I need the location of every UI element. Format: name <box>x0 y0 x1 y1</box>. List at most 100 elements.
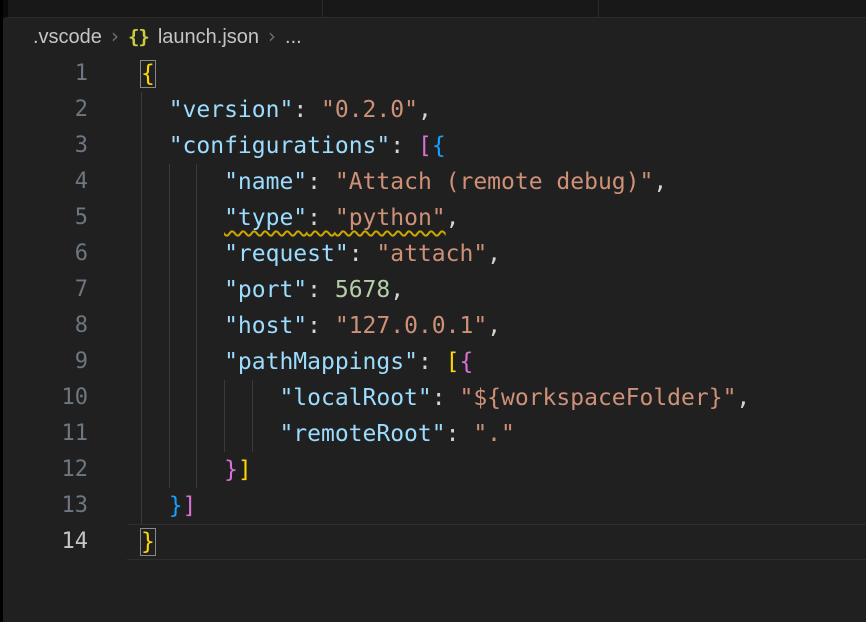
indent-guide <box>169 200 197 236</box>
indent-guide <box>224 380 252 416</box>
tab-separator <box>322 0 323 17</box>
code-line-text[interactable]: }] <box>88 488 196 524</box>
indent-guide <box>252 380 280 416</box>
line-number[interactable]: 10 <box>3 380 88 416</box>
indent-guide <box>141 92 169 128</box>
code-line: 6"request": "attach", <box>3 236 866 272</box>
line-number[interactable]: 3 <box>3 128 88 164</box>
code-token: "host" <box>224 313 307 339</box>
indent-guide <box>141 236 169 272</box>
code-token: "remoteRoot" <box>279 421 445 447</box>
code-line-text[interactable]: "request": "attach", <box>88 236 501 272</box>
code-token: : <box>418 349 446 375</box>
code-token: { <box>432 133 446 159</box>
line-number[interactable]: 2 <box>3 92 88 128</box>
warning-squiggle: "type": "python" <box>224 205 446 231</box>
code-line-text[interactable]: }] <box>88 452 252 488</box>
indent-guide <box>169 380 197 416</box>
line-number[interactable]: 9 <box>3 344 88 380</box>
indent-guide <box>196 452 224 488</box>
code-line-text[interactable]: "remoteRoot": "." <box>88 416 515 452</box>
tab-bar[interactable] <box>3 0 866 18</box>
indent-guide <box>196 164 224 200</box>
line-number[interactable]: 4 <box>3 164 88 200</box>
code-token: , <box>487 313 501 339</box>
code-line: 14} <box>3 524 866 560</box>
code-token: : <box>349 241 377 267</box>
code-token: : <box>307 277 335 303</box>
code-line-text[interactable]: "version": "0.2.0", <box>88 92 432 128</box>
code-line-text[interactable]: "port": 5678, <box>88 272 404 308</box>
indent-guide <box>141 488 169 524</box>
line-number[interactable]: 12 <box>3 452 88 488</box>
line-number[interactable]: 6 <box>3 236 88 272</box>
code-line-text[interactable]: } <box>88 524 155 560</box>
code-token: "type" <box>224 205 307 231</box>
code-line: 5"type": "python", <box>3 200 866 236</box>
code-token: } <box>169 493 183 519</box>
code-token: { <box>460 349 474 375</box>
code-line-text[interactable]: { <box>88 56 155 92</box>
code-token: "name" <box>224 169 307 195</box>
vscode-editor-window: .vscode › {} launch.json › ... 1{2"versi… <box>3 0 866 622</box>
code-line: 4"name": "Attach (remote debug)", <box>3 164 866 200</box>
code-token: "${workspaceFolder}" <box>459 385 736 411</box>
code-token: [ <box>418 133 432 159</box>
code-token: "request" <box>224 241 349 267</box>
code-line-text[interactable]: "host": "127.0.0.1", <box>88 308 501 344</box>
code-line: 11"remoteRoot": "." <box>3 416 866 452</box>
indent-guide <box>141 380 169 416</box>
code-line-text[interactable]: "localRoot": "${workspaceFolder}", <box>88 380 750 416</box>
indent-guide <box>169 164 197 200</box>
indent-guide <box>169 236 197 272</box>
code-token: } <box>224 457 238 483</box>
code-token: "version" <box>169 97 294 123</box>
code-token: "Attach (remote debug)" <box>335 169 654 195</box>
code-line-text[interactable]: "type": "python", <box>88 200 460 236</box>
line-number[interactable]: 5 <box>3 200 88 236</box>
bracket-match: { <box>141 61 155 87</box>
indent-guide <box>141 164 169 200</box>
tab-separator <box>598 0 599 17</box>
line-number[interactable]: 11 <box>3 416 88 452</box>
breadcrumb-folder[interactable]: .vscode <box>33 26 102 49</box>
code-line-text[interactable]: "pathMappings": [{ <box>88 344 473 380</box>
json-braces-icon: {} <box>128 26 149 48</box>
bracket-match: } <box>141 529 155 555</box>
code-line: 2"version": "0.2.0", <box>3 92 866 128</box>
code-token: ] <box>183 493 197 519</box>
breadcrumb-symbol[interactable]: ... <box>285 26 302 49</box>
indent-guide <box>141 200 169 236</box>
code-token: "." <box>473 421 515 447</box>
code-token: , <box>653 169 667 195</box>
line-number[interactable]: 14 <box>3 524 88 560</box>
indent-guide <box>224 416 252 452</box>
code-line: 12}] <box>3 452 866 488</box>
breadcrumb-file[interactable]: launch.json <box>158 26 259 49</box>
code-editor[interactable]: 1{2"version": "0.2.0",3"configurations":… <box>3 56 866 560</box>
line-number[interactable]: 8 <box>3 308 88 344</box>
line-number[interactable]: 13 <box>3 488 88 524</box>
code-line: 10"localRoot": "${workspaceFolder}", <box>3 380 866 416</box>
code-token: , <box>736 385 750 411</box>
indent-guide <box>196 344 224 380</box>
indent-guide <box>252 416 280 452</box>
code-token: "python" <box>335 205 446 231</box>
code-token: : <box>390 133 418 159</box>
code-line: 8"host": "127.0.0.1", <box>3 308 866 344</box>
line-number[interactable]: 1 <box>3 56 88 92</box>
indent-guide <box>196 380 224 416</box>
code-token: "0.2.0" <box>321 97 418 123</box>
indent-guide <box>169 452 197 488</box>
code-token: , <box>487 241 501 267</box>
indent-guide <box>196 416 224 452</box>
code-token: : <box>293 97 321 123</box>
indent-guide <box>141 308 169 344</box>
line-number[interactable]: 7 <box>3 272 88 308</box>
code-token: , <box>390 277 404 303</box>
code-line-text[interactable]: "configurations": [{ <box>88 128 446 164</box>
code-line: 13}] <box>3 488 866 524</box>
code-token: : <box>446 421 474 447</box>
code-line-text[interactable]: "name": "Attach (remote debug)", <box>88 164 667 200</box>
indent-guide <box>141 128 169 164</box>
